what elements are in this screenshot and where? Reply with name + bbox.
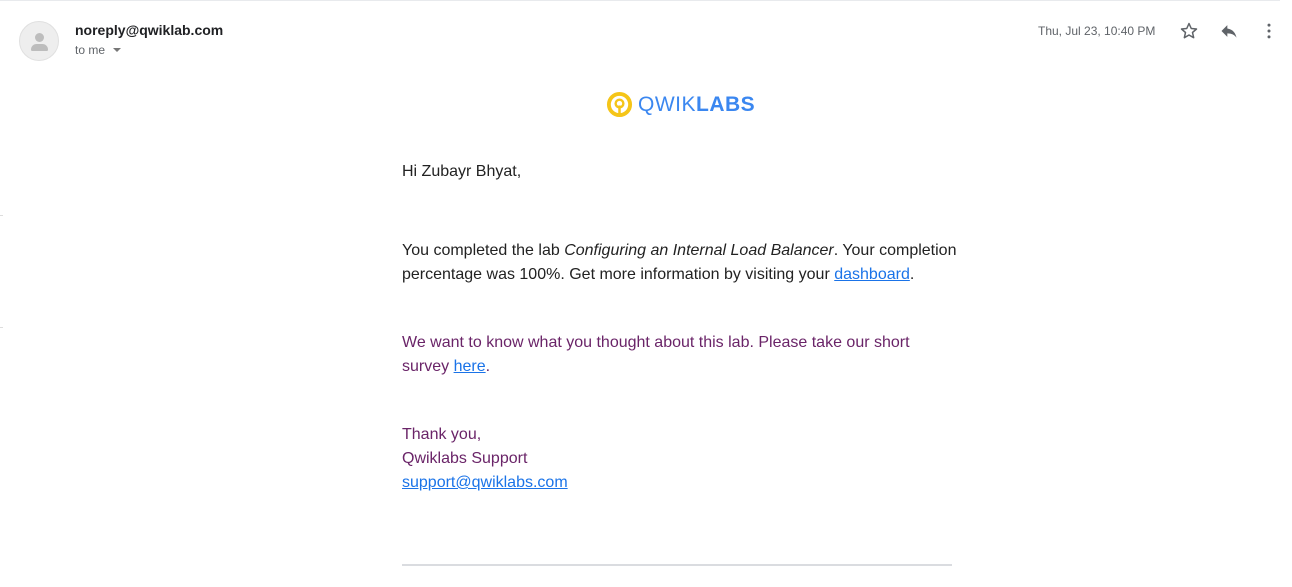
period: .	[909, 266, 915, 283]
left-edge-marker	[0, 327, 3, 328]
completion-paragraph: You completed the lab Configuring an Int…	[402, 239, 957, 287]
sender-email: noreply@qwiklab.com	[75, 22, 224, 38]
period: .	[485, 358, 491, 375]
dashboard-link[interactable]: dashboard	[834, 266, 910, 283]
greeting: Hi Zubayr Bhyat,	[402, 163, 522, 180]
person-avatar-icon-body	[31, 44, 48, 51]
support-email-link[interactable]: support@qwiklabs.com	[402, 474, 568, 491]
logo-text-bold: LABS	[696, 92, 756, 116]
chevron-down-icon	[113, 48, 122, 52]
person-avatar-icon	[35, 33, 44, 42]
lab-name: Configuring an Internal Load Balancer	[564, 242, 834, 259]
email-body: Hi Zubayr Bhyat, You completed the lab C…	[402, 160, 962, 495]
recipient-label: to me	[75, 43, 106, 57]
logo-text-light: QWIK	[638, 92, 696, 116]
footer-divider	[402, 564, 952, 566]
qwiklabs-logo-icon	[606, 91, 633, 118]
sender-avatar[interactable]	[19, 21, 59, 61]
more-vert-icon[interactable]	[1257, 19, 1281, 43]
completion-prefix: You completed the lab	[402, 242, 565, 259]
thanks: Thank you,	[402, 426, 482, 443]
left-edge-marker	[0, 215, 3, 216]
top-divider	[0, 0, 1280, 1]
signature: Qwiklabs Support	[402, 450, 528, 467]
qwiklabs-logo: QWIKLABS	[606, 91, 755, 118]
survey-paragraph: We want to know what you thought about t…	[402, 331, 922, 379]
survey-link[interactable]: here	[454, 358, 486, 375]
recipient-details-toggle[interactable]: to me	[75, 43, 122, 57]
star-icon[interactable]	[1177, 19, 1201, 43]
reply-icon[interactable]	[1217, 19, 1241, 43]
email-date: Thu, Jul 23, 10:40 PM	[1038, 24, 1156, 38]
